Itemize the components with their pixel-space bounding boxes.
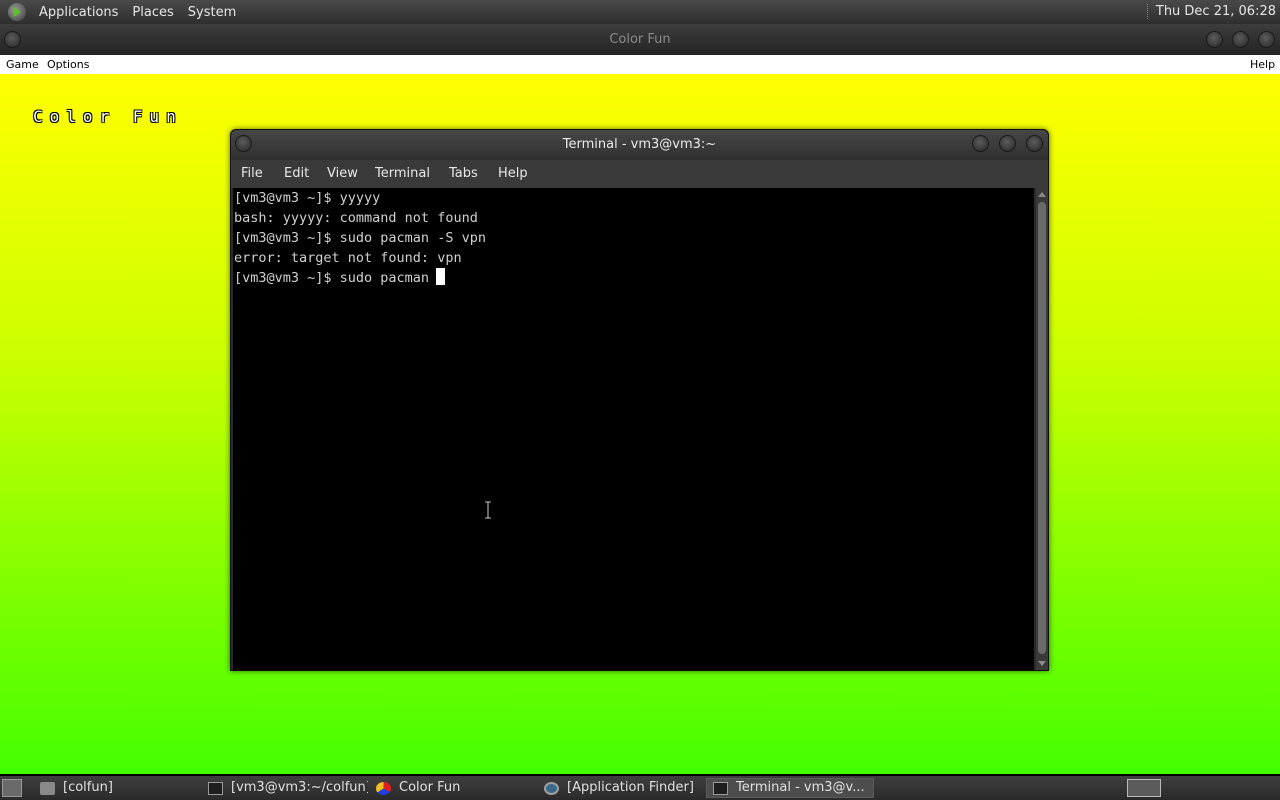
close-button[interactable] bbox=[1258, 31, 1275, 48]
taskbar-item-colorfun[interactable]: Color Fun bbox=[370, 778, 536, 798]
terminal-menu-view[interactable]: View bbox=[327, 166, 358, 181]
terminal-icon bbox=[208, 781, 223, 795]
terminal-menubar: File Edit View Terminal Tabs Help bbox=[231, 160, 1048, 188]
taskbar-item-label: [colfun] bbox=[63, 780, 113, 795]
panel-clock[interactable]: Thu Dec 21, 06:28 bbox=[1146, 4, 1276, 19]
terminal-titlebar[interactable]: Terminal - vm3@vm3:~ bbox=[231, 130, 1048, 160]
workspace-switcher[interactable] bbox=[1127, 779, 1161, 797]
terminal-icon bbox=[713, 781, 728, 795]
scrollbar-thumb[interactable] bbox=[1038, 202, 1046, 654]
text-cursor bbox=[436, 268, 446, 285]
folder-icon bbox=[40, 781, 55, 795]
terminal-minimize-button[interactable] bbox=[972, 135, 989, 152]
search-icon bbox=[544, 781, 559, 795]
terminal-menu-tabs[interactable]: Tabs bbox=[449, 166, 478, 181]
terminal-menu-file[interactable]: File bbox=[241, 166, 263, 181]
taskbar-item-label: Color Fun bbox=[399, 780, 461, 795]
terminal-menu-edit[interactable]: Edit bbox=[284, 166, 309, 181]
terminal-close-button[interactable] bbox=[1026, 135, 1043, 152]
terminal-menu-terminal[interactable]: Terminal bbox=[375, 166, 430, 181]
taskbar-item-label: Terminal - vm3@v... bbox=[736, 780, 865, 795]
menu-system[interactable]: System bbox=[181, 5, 243, 20]
menu-game[interactable]: Game bbox=[6, 58, 39, 71]
window-menu-button[interactable] bbox=[4, 31, 21, 48]
menu-applications[interactable]: Applications bbox=[32, 5, 125, 20]
terminal-window-menu-button[interactable] bbox=[235, 135, 252, 152]
menu-options[interactable]: Options bbox=[47, 58, 89, 71]
menu-help[interactable]: Help bbox=[1250, 58, 1275, 71]
maximize-button[interactable] bbox=[1232, 31, 1249, 48]
colorfun-icon bbox=[376, 781, 391, 795]
terminal-prompt-line[interactable]: [vm3@vm3 ~]$ sudo pacman bbox=[234, 268, 1034, 288]
taskbar-item-application-finder[interactable]: [Application Finder] bbox=[538, 778, 704, 798]
terminal-menu-help[interactable]: Help bbox=[498, 166, 528, 181]
colorfun-titlebar[interactable]: Color Fun bbox=[0, 24, 1280, 55]
terminal-line: [vm3@vm3 ~]$ sudo pacman -S vpn bbox=[234, 230, 486, 246]
colorfun-canvas-label: Color Fun bbox=[33, 107, 183, 126]
ibeam-cursor-icon bbox=[485, 501, 491, 519]
terminal-window-title: Terminal - vm3@vm3:~ bbox=[562, 137, 717, 152]
terminal-maximize-button[interactable] bbox=[999, 135, 1016, 152]
taskbar-item-label: [vm3@vm3:~/colfun] bbox=[231, 780, 368, 795]
taskbar: [colfun] [vm3@vm3:~/colfun] Color Fun [A… bbox=[0, 776, 1280, 800]
terminal-scrollbar[interactable] bbox=[1036, 188, 1048, 670]
minimize-button[interactable] bbox=[1206, 31, 1223, 48]
colorfun-window-title: Color Fun bbox=[609, 32, 671, 47]
taskbar-item-terminal-active[interactable]: Terminal - vm3@v... bbox=[706, 778, 874, 798]
terminal-current-input: [vm3@vm3 ~]$ sudo pacman bbox=[234, 270, 430, 286]
terminal-output[interactable]: [vm3@vm3 ~]$ yyyyy bash: yyyyy: command n… bbox=[233, 188, 1034, 670]
terminal-line: [vm3@vm3 ~]$ yyyyy bbox=[234, 190, 381, 206]
colorfun-menubar: Game Options Help bbox=[0, 55, 1280, 74]
terminal-window: Terminal - vm3@vm3:~ File Edit View Term… bbox=[230, 129, 1049, 671]
terminal-line: error: target not found: vpn bbox=[234, 250, 462, 266]
scroll-up-arrow-icon[interactable] bbox=[1038, 192, 1046, 197]
taskbar-item-terminal-colfun[interactable]: [vm3@vm3:~/colfun] bbox=[202, 778, 368, 798]
distro-logo-icon[interactable] bbox=[8, 3, 26, 21]
taskbar-item-colfun-folder[interactable]: [colfun] bbox=[34, 778, 200, 798]
menu-places[interactable]: Places bbox=[125, 5, 180, 20]
scroll-down-arrow-icon[interactable] bbox=[1038, 661, 1046, 666]
taskbar-item-label: [Application Finder] bbox=[567, 780, 694, 795]
top-panel: Applications Places System Thu Dec 21, 0… bbox=[0, 0, 1280, 24]
terminal-line: bash: yyyyy: command not found bbox=[234, 210, 478, 226]
show-desktop-icon[interactable] bbox=[2, 779, 22, 797]
